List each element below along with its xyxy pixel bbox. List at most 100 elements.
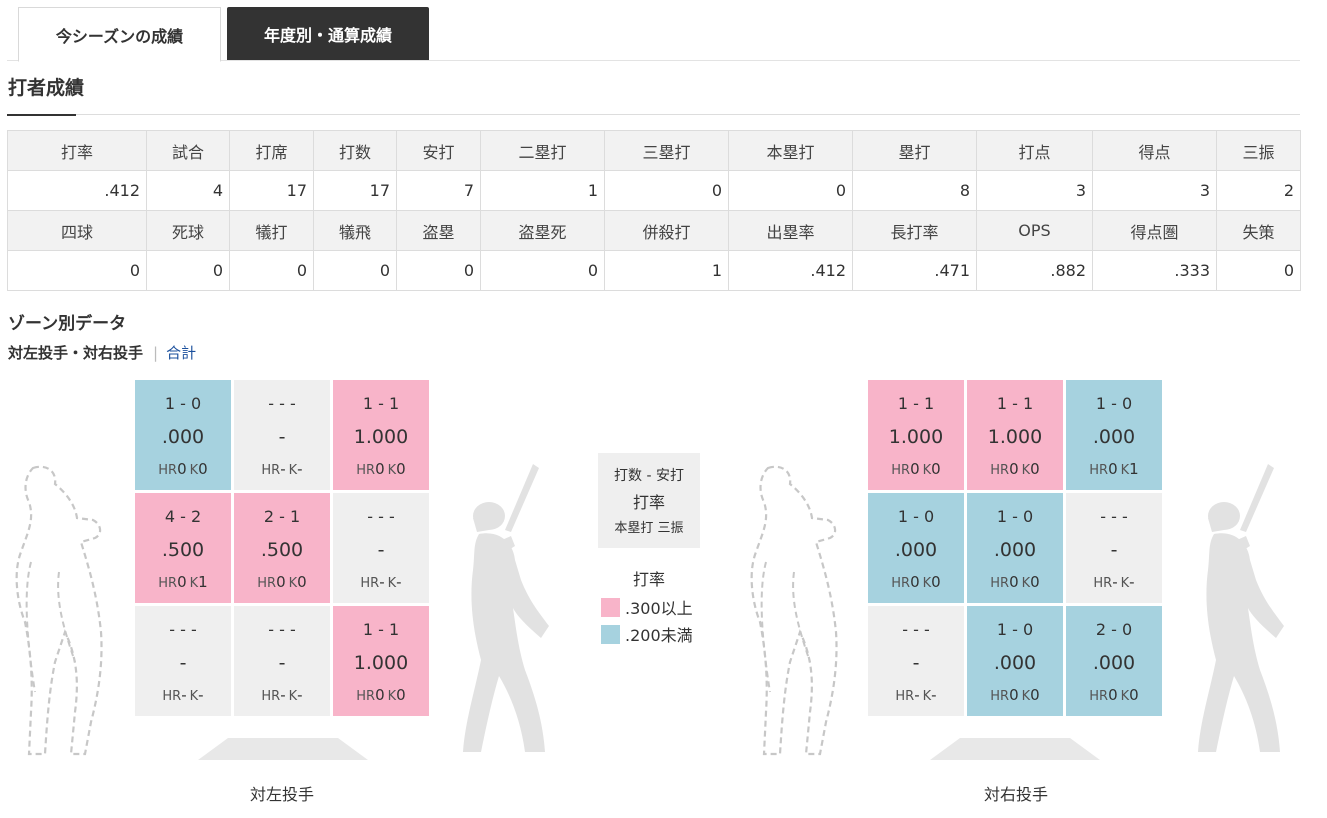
- stats-value-cell: 0: [229, 250, 314, 291]
- stats-header-cell: 打率: [7, 130, 147, 171]
- stats-header-cell: 打席: [229, 130, 314, 171]
- legend-ab-hits: 打数 - 安打: [614, 468, 684, 484]
- zone-ab-hits: 2 - 1: [263, 507, 301, 526]
- stats-value-cell: 0: [480, 250, 605, 291]
- k-value: 0: [1030, 686, 1040, 704]
- stats-value-cell: 4: [146, 170, 230, 211]
- stats-header-row: 四球 死球 犠打 犠飛 盗塁 盗塁死 併殺打 出塁率 長打率 OPS 得点圏 失策: [7, 210, 1301, 251]
- zone-cell: 1 - 0 .000 HR0 K1: [1066, 380, 1162, 490]
- k-value: -: [297, 686, 303, 704]
- stats-value-cell: .882: [976, 250, 1093, 291]
- hr-value: -: [181, 686, 187, 704]
- k-value: -: [297, 460, 303, 478]
- zone-ab-hits: - - -: [1100, 507, 1128, 526]
- k-value: -: [396, 573, 402, 591]
- caption-vs-left: 対左投手: [249, 785, 314, 804]
- legend-avg: 打率: [632, 493, 665, 512]
- hr-value: -: [280, 686, 286, 704]
- hr-label: HR: [1089, 689, 1109, 704]
- hr-value: 0: [1108, 460, 1118, 478]
- legend-low-label: .200未満: [625, 626, 693, 645]
- zone-hr-k: HR0 K0: [257, 573, 306, 591]
- stats-header-cell: 失策: [1216, 210, 1301, 251]
- hr-label: HR: [891, 463, 911, 478]
- hr-value: 0: [276, 573, 286, 591]
- zone-hr-k: HR0 K0: [891, 573, 940, 591]
- k-value: 0: [396, 686, 406, 704]
- hr-label: HR: [261, 463, 281, 478]
- k-value: 1: [198, 573, 208, 591]
- stats-value-cell: .333: [1092, 250, 1217, 291]
- zone-cell: - - - - HR- K-: [234, 380, 330, 490]
- hr-label: HR: [158, 576, 178, 591]
- zone-cell: 1 - 0.000 HR0 K0: [868, 493, 964, 603]
- hr-value: -: [379, 573, 385, 591]
- zone-ab-hits: - - -: [902, 620, 930, 639]
- k-label: K: [1120, 689, 1130, 704]
- hr-value: 0: [910, 460, 920, 478]
- k-label: K: [922, 576, 932, 591]
- hr-label: HR: [162, 689, 182, 704]
- hr-label: HR: [990, 576, 1010, 591]
- zone-cell: 1 - 1 1.000 HR0 K0: [967, 380, 1063, 490]
- tab-current-season[interactable]: 今シーズンの成績: [18, 7, 221, 62]
- zone-cell: 1 - 1 1.000 HR0 K0: [868, 380, 964, 490]
- stats-value-cell: 0: [604, 170, 729, 211]
- stats-value-cell: 1: [604, 250, 729, 291]
- hr-label: HR: [1089, 463, 1109, 478]
- legend-pink-swatch: [601, 597, 620, 617]
- stats-value-cell: .471: [852, 250, 977, 291]
- zone-hr-k: HR- K-: [162, 686, 203, 704]
- batter-silhouette-right-icon: [1198, 464, 1284, 752]
- stats-header-cell: 四球: [7, 210, 147, 251]
- pitcher-outline-left-icon: [15, 465, 103, 756]
- k-label: K: [387, 689, 397, 704]
- k-value: 0: [198, 460, 208, 478]
- filter-total-link[interactable]: 合計: [166, 342, 196, 363]
- hr-value: -: [914, 686, 920, 704]
- stats-header-cell: 打数: [313, 130, 397, 171]
- zone-cell: 1 - 0.000 HR0 K0: [967, 606, 1063, 716]
- zone-avg: -: [179, 651, 187, 674]
- hr-value: 0: [375, 686, 385, 704]
- tab-yearly-career[interactable]: 年度別・通算成績: [227, 7, 429, 60]
- stats-header-row: 打率 試合 打席 打数 安打 二塁打 三塁打 本塁打 塁打 打点 得点 三振: [7, 130, 1301, 171]
- stats-header-cell: 得点圏: [1092, 210, 1217, 251]
- zone-hr-k: HR0 K0: [990, 573, 1039, 591]
- zone-hr-k: HR0 K0: [891, 460, 940, 478]
- stats-value-cell: .412: [728, 250, 853, 291]
- k-value: -: [931, 686, 937, 704]
- zone-ab-hits: 1 - 1: [897, 394, 935, 413]
- hr-value: 0: [177, 460, 187, 478]
- k-value: -: [198, 686, 204, 704]
- zone-hr-k: HR0 K1: [158, 573, 207, 591]
- k-value: 0: [396, 460, 406, 478]
- filter-vs-lhp-rhp[interactable]: 対左投手・対右投手: [8, 342, 143, 363]
- zone-hr-k: HR- K-: [1093, 573, 1134, 591]
- stats-value-row: .412 4 17 17 7 1 0 0 8 3 3 2: [7, 170, 1301, 211]
- stats-header-cell: 本塁打: [728, 130, 853, 171]
- zone-avg: .000: [161, 425, 205, 448]
- hr-value: 0: [177, 573, 187, 591]
- zone-data-title: ゾーン別データ: [8, 314, 127, 334]
- zone-cell: 2 - 1.500 HR0 K0: [234, 493, 330, 603]
- zone-hr-k: HR0 K0: [1089, 686, 1138, 704]
- k-value: 1: [1129, 460, 1139, 478]
- stats-value-cell: 0: [1216, 250, 1301, 291]
- k-value: 0: [1129, 686, 1139, 704]
- stats-header-cell: 出塁率: [728, 210, 853, 251]
- legend-cell-key: 打数 - 安打 打率 本塁打 三振: [598, 453, 700, 548]
- stats-header-cell: 試合: [146, 130, 230, 171]
- k-label: K: [922, 689, 932, 704]
- stats-header-cell: 併殺打: [604, 210, 729, 251]
- k-label: K: [288, 463, 298, 478]
- zone-ab-hits: - - -: [367, 507, 395, 526]
- hr-label: HR: [356, 463, 376, 478]
- stats-value-cell: 17: [313, 170, 397, 211]
- stats-header-cell: 三塁打: [604, 130, 729, 171]
- k-label: K: [189, 576, 199, 591]
- zone-hr-k: HR0 K0: [990, 460, 1039, 478]
- stats-value-cell: 17: [229, 170, 314, 211]
- zone-ab-hits: 1 - 0: [996, 620, 1034, 639]
- zone-hr-k: HR0 K0: [990, 686, 1039, 704]
